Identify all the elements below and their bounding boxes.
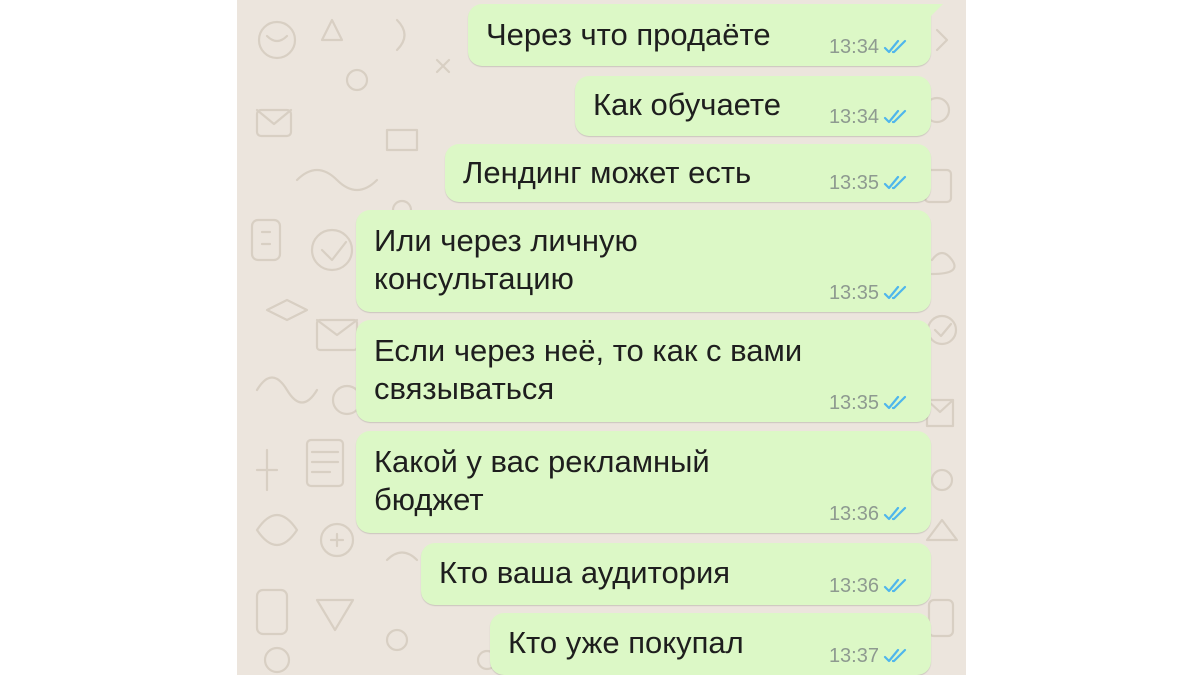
message-text: Через что продаёте (486, 17, 771, 52)
chat-panel[interactable]: Через что продаёте 13:34 Как обучаете 13… (237, 0, 966, 675)
message-text: Лендинг может есть (463, 155, 752, 190)
double-check-icon (883, 39, 907, 54)
message-meta: 13:36 (829, 503, 909, 525)
message-meta: 13:34 (829, 36, 909, 58)
message-text: Как обучаете (593, 87, 781, 122)
double-check-icon (883, 578, 907, 593)
message-time: 13:36 (828, 503, 879, 525)
message-meta: 13:34 (829, 106, 909, 128)
message-bubble[interactable]: Если через неё, то как с вами связыватьс… (356, 320, 931, 422)
message-text: Кто ваша аудитория (439, 555, 731, 590)
message-time: 13:34 (828, 36, 879, 58)
message-bubble[interactable]: Кто уже покупал 13:37 (490, 613, 931, 675)
double-check-icon (883, 395, 907, 410)
double-check-icon (883, 175, 907, 190)
double-check-icon (883, 648, 907, 663)
double-check-icon (883, 109, 907, 124)
message-text: Какой у вас рекламный бюджет (374, 444, 710, 517)
message-bubble[interactable]: Как обучаете 13:34 (575, 76, 931, 136)
message-meta: 13:35 (829, 172, 909, 194)
message-time: 13:36 (828, 575, 879, 597)
message-time: 13:34 (828, 106, 879, 128)
message-time: 13:35 (828, 282, 879, 304)
message-meta: 13:35 (829, 282, 909, 304)
message-text: Или через личную консультацию (374, 223, 638, 296)
message-bubble[interactable]: Или через личную консультацию 13:35 (356, 210, 931, 312)
message-time: 13:35 (828, 172, 879, 194)
message-bubble[interactable]: Кто ваша аудитория 13:36 (421, 543, 931, 605)
message-meta: 13:37 (829, 645, 909, 667)
message-bubble[interactable]: Через что продаёте 13:34 (468, 4, 943, 66)
message-bubble[interactable]: Лендинг может есть 13:35 (445, 144, 931, 202)
double-check-icon (883, 285, 907, 300)
message-bubble[interactable]: Какой у вас рекламный бюджет 13:36 (356, 431, 931, 533)
message-text: Если через неё, то как с вами связыватьс… (374, 333, 803, 406)
message-meta: 13:36 (829, 575, 909, 597)
message-meta: 13:35 (829, 392, 909, 414)
message-time: 13:35 (828, 392, 879, 414)
message-text: Кто уже покупал (508, 625, 744, 660)
message-time: 13:37 (828, 645, 879, 667)
double-check-icon (883, 506, 907, 521)
